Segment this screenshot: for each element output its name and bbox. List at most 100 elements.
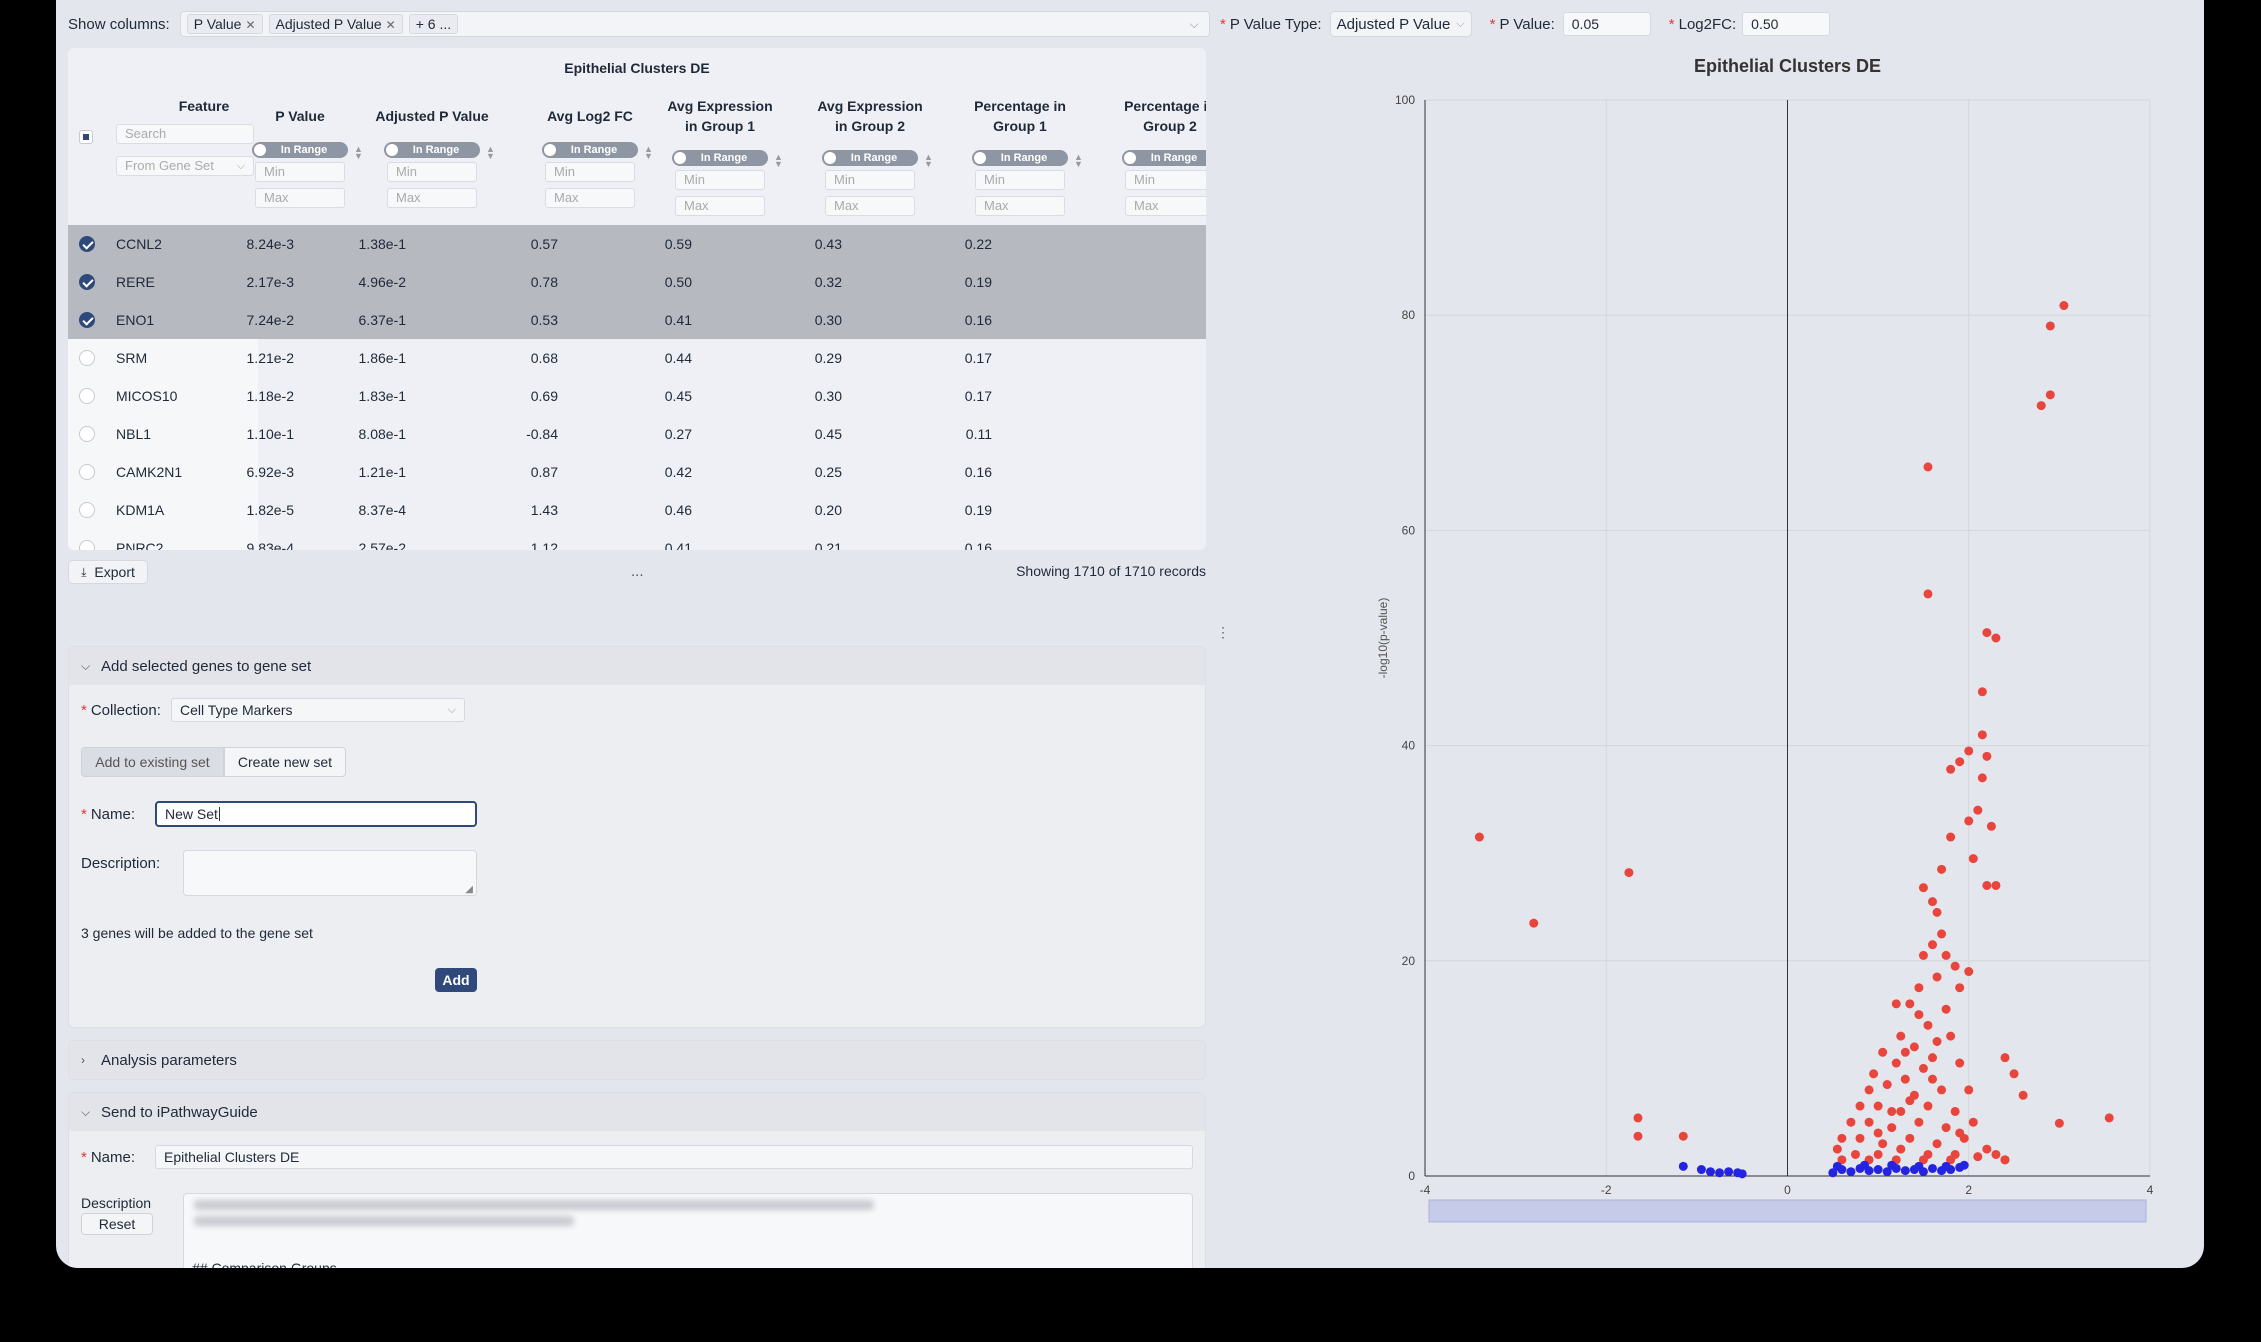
column-header[interactable]: Adjusted P Value <box>372 106 492 126</box>
max-input[interactable]: Max <box>1125 196 1206 216</box>
more-columns-tag[interactable]: + 6 ... <box>408 14 459 34</box>
in-range-toggle[interactable]: In Range <box>972 150 1068 166</box>
data-point <box>1932 1037 1942 1046</box>
export-button[interactable]: ⤓ Export <box>68 560 148 584</box>
min-input[interactable]: Min <box>825 170 915 190</box>
pvalue-type-select[interactable]: Adjusted P Value ⌵ <box>1329 11 1472 37</box>
pathway-description-textarea[interactable]: ## Comparison Groups <box>183 1193 1193 1268</box>
data-point <box>2018 1090 2028 1100</box>
gene-set-description-textarea[interactable]: ◢ <box>183 850 477 896</box>
column-header[interactable]: Percentage in Group 2 <box>1115 96 1206 136</box>
sort-icon[interactable]: ▲ ▼ <box>486 145 495 161</box>
data-point <box>1909 1042 1919 1052</box>
max-input[interactable]: Max <box>675 196 765 216</box>
select-all-checkbox[interactable] <box>79 130 93 144</box>
in-range-toggle[interactable]: In Range <box>542 142 638 158</box>
value-cell: 8.37e-4 <box>358 502 406 518</box>
gene-set-filter-select[interactable]: From Gene Set ⌵ <box>116 156 254 176</box>
name-label: * Name: <box>81 806 136 823</box>
gene-set-name-input[interactable]: New Set <box>155 801 477 827</box>
in-range-toggle[interactable]: In Range <box>1122 150 1206 166</box>
column-header[interactable]: Avg Log2 FC <box>530 106 650 126</box>
in-range-toggle[interactable]: In Range <box>252 142 348 158</box>
chevron-down-icon: ⌵ <box>447 703 456 716</box>
min-input[interactable]: Min <box>545 162 635 182</box>
in-range-toggle[interactable]: In Range <box>384 142 480 158</box>
table-row[interactable]: RERE 2.17e-3 4.96e-2 0.78 0.50 0.32 0.19 <box>68 263 1206 301</box>
table-row[interactable]: CCNL2 8.24e-3 1.38e-1 0.57 0.59 0.43 0.22 <box>68 225 1206 263</box>
sort-icon[interactable]: ▲ ▼ <box>644 145 653 161</box>
feature-search-input[interactable]: Search <box>116 124 254 144</box>
x-tick-label: -2 <box>1601 1183 1612 1197</box>
data-point <box>1624 868 1634 878</box>
sort-icon[interactable]: ▲ ▼ <box>774 153 783 169</box>
sort-icon[interactable]: ▲ ▼ <box>1074 153 1083 169</box>
panel-resize-handle[interactable]: ⋮ <box>1216 624 1230 641</box>
pagination-ellipsis[interactable]: ... <box>631 563 644 580</box>
row-checkbox[interactable] <box>79 426 95 442</box>
min-input[interactable]: Min <box>1125 170 1206 190</box>
chevron-down-icon[interactable]: ⌵ <box>1190 17 1199 32</box>
value-cell: 0.69 <box>530 388 558 404</box>
row-checkbox[interactable] <box>79 236 95 252</box>
columns-select[interactable]: P Value ✕ Adjusted P Value ✕ + 6 ... ⌵ <box>179 11 1210 37</box>
column-header[interactable]: Avg Expression in Group 2 <box>815 96 925 136</box>
data-point <box>1914 1161 1924 1171</box>
resize-grip-icon[interactable]: ◢ <box>465 884 473 895</box>
remove-tag-icon[interactable]: ✕ <box>386 18 396 32</box>
x-zoom-slider[interactable] <box>1428 1199 2147 1223</box>
min-input[interactable]: Min <box>387 162 477 182</box>
row-checkbox[interactable] <box>79 312 95 328</box>
tab-add-to-existing[interactable]: Add to existing set <box>81 747 224 777</box>
in-range-toggle[interactable]: In Range <box>822 150 918 166</box>
max-input[interactable]: Max <box>545 188 635 208</box>
in-range-toggle[interactable]: In Range <box>672 150 768 166</box>
max-input[interactable]: Max <box>255 188 345 208</box>
pathway-name-input[interactable]: Epithelial Clusters DE <box>155 1145 1193 1169</box>
add-button[interactable]: Add <box>435 968 477 992</box>
data-point <box>1986 821 1996 831</box>
column-header[interactable]: P Value <box>240 106 360 126</box>
table-row[interactable]: CAMK2N1 6.92e-3 1.21e-1 0.87 0.42 0.25 0.16 <box>68 453 1206 491</box>
max-input[interactable]: Max <box>975 196 1065 216</box>
feature-header[interactable]: Feature <box>164 96 244 116</box>
max-input[interactable]: Max <box>825 196 915 216</box>
row-checkbox[interactable] <box>79 540 95 550</box>
column-header[interactable]: Avg Expression in Group 1 <box>665 96 775 136</box>
feature-cell: MICOS10 <box>116 388 178 404</box>
column-tag[interactable]: Adjusted P Value ✕ <box>268 14 403 34</box>
row-checkbox[interactable] <box>79 464 95 480</box>
table-row[interactable]: NBL1 1.10e-1 8.08e-1 -0.84 0.27 0.45 0.11 <box>68 415 1206 453</box>
min-input[interactable]: Min <box>975 170 1065 190</box>
data-point <box>1991 1149 2001 1159</box>
row-checkbox[interactable] <box>79 388 95 404</box>
tab-create-new[interactable]: Create new set <box>224 747 346 777</box>
remove-tag-icon[interactable]: ✕ <box>245 18 255 32</box>
row-checkbox[interactable] <box>79 350 95 366</box>
ipathwayguide-header[interactable]: ⌵ Send to iPathwayGuide <box>69 1093 1205 1131</box>
collection-select[interactable]: Cell Type Markers ⌵ <box>171 698 465 722</box>
row-checkbox[interactable] <box>79 274 95 290</box>
table-row[interactable]: KDM1A 1.82e-5 8.37e-4 1.43 0.46 0.20 0.19 <box>68 491 1206 529</box>
sort-icon[interactable]: ▲ ▼ <box>924 153 933 169</box>
table-row[interactable]: MICOS10 1.18e-2 1.83e-1 0.69 0.45 0.30 0.17 <box>68 377 1206 415</box>
table-row[interactable]: SRM 1.21e-2 1.86e-1 0.68 0.44 0.29 0.17 <box>68 339 1206 377</box>
data-point <box>1964 746 1974 756</box>
row-checkbox[interactable] <box>79 502 95 518</box>
chevron-down-icon: ⌵ <box>81 658 91 673</box>
value-cell: 0.50 <box>664 274 692 290</box>
max-input[interactable]: Max <box>387 188 477 208</box>
sort-icon[interactable]: ▲ ▼ <box>354 145 363 161</box>
reset-button[interactable]: Reset <box>81 1213 153 1235</box>
gene-set-section-header[interactable]: ⌵ Add selected genes to gene set <box>69 647 1205 685</box>
pvalue-input[interactable]: 0.05 <box>1562 12 1651 36</box>
table-row[interactable]: ENO1 7.24e-2 6.37e-1 0.53 0.41 0.30 0.16 <box>68 301 1206 339</box>
analysis-parameters-header[interactable]: › Analysis parameters <box>69 1041 1205 1079</box>
table-row[interactable]: PNRC2 9.83e-4 2.57e-2 1.12 0.41 0.21 0.16 <box>68 529 1206 550</box>
min-input[interactable]: Min <box>255 162 345 182</box>
log2fc-input[interactable]: 0.50 <box>1742 12 1831 36</box>
column-header[interactable]: Percentage in Group 1 <box>965 96 1075 136</box>
volcano-plot-svg[interactable]: Epithelial Clusters DE 0 20 40 60 80 100 -4 -2 0 2… <box>1260 48 2160 1268</box>
column-tag[interactable]: P Value ✕ <box>186 14 263 34</box>
min-input[interactable]: Min <box>675 170 765 190</box>
